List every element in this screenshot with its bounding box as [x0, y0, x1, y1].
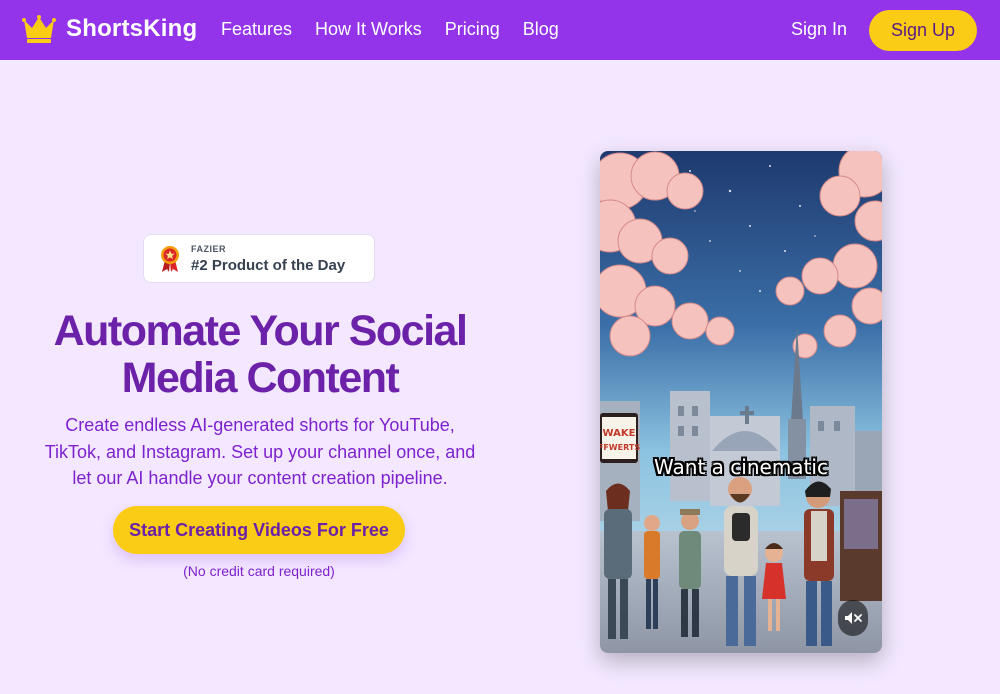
sign-up-button[interactable]: Sign Up [869, 10, 977, 51]
mute-toggle-button[interactable] [838, 600, 868, 636]
brand-logo[interactable]: ShortsKing [22, 14, 197, 44]
hero-subtitle: Create endless AI-generated shorts for Y… [30, 412, 490, 492]
nav-link-blog[interactable]: Blog [523, 19, 559, 40]
sign-in-link[interactable]: Sign In [791, 19, 847, 40]
badge-title: #2 Product of the Day [191, 257, 346, 274]
nav-link-features[interactable]: Features [221, 19, 292, 40]
nav-link-pricing[interactable]: Pricing [445, 19, 500, 40]
hero-title: Automate Your Social Media Content [20, 308, 500, 402]
brand-name: ShortsKing [66, 15, 198, 42]
storefront-sign-text-1: WAKE [603, 428, 636, 439]
award-ribbon-icon [161, 246, 179, 272]
nav-links: Features How It Works Pricing Blog [221, 19, 582, 40]
no-credit-card-note: (No credit card required) [183, 563, 335, 579]
nav-link-how-it-works[interactable]: How It Works [315, 19, 422, 40]
hero-subtitle-line-2: TikTok, and Instagram. Set up your chann… [44, 441, 476, 462]
start-creating-button[interactable]: Start Creating Videos For Free [113, 506, 405, 554]
demo-video-player[interactable]: WAKE FFWERTS Want a cinematic [600, 151, 882, 653]
top-navbar: ShortsKing Features How It Works Pricing… [0, 0, 1000, 60]
hero-subtitle-line-1: Create endless AI-generated shorts for Y… [65, 415, 455, 435]
volume-muted-icon [845, 612, 862, 624]
storefront-sign-text-2: FFWERTS [600, 443, 640, 452]
hero-title-line-2: Media Content [121, 354, 400, 402]
hero-subtitle-line-3: let our AI handle your content creation … [72, 468, 448, 488]
product-of-the-day-badge[interactable]: FAZIER #2 Product of the Day [143, 234, 375, 283]
badge-kicker: FAZIER [191, 244, 227, 254]
video-frame-illustration: WAKE FFWERTS [600, 151, 882, 653]
hero-title-line-1: Automate Your Social [53, 307, 468, 355]
crown-icon [22, 15, 56, 43]
video-caption: Want a cinematic [654, 455, 828, 479]
